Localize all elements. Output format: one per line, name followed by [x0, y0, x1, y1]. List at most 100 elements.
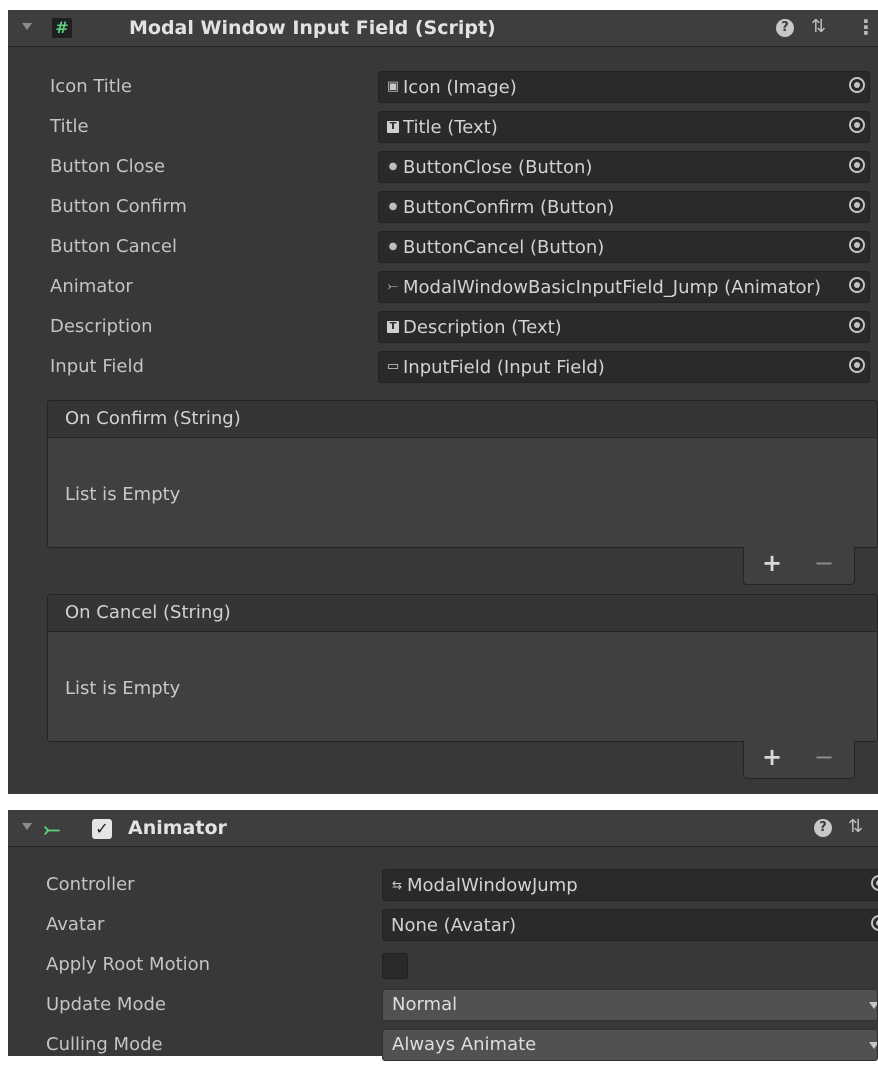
dropdown-value: Normal	[392, 994, 458, 1015]
object-field-title[interactable]: T Title (Text)	[378, 111, 870, 143]
object-field-button-cancel[interactable]: ● ButtonCancel (Button)	[378, 231, 870, 263]
object-field-value: ButtonClose (Button)	[403, 157, 593, 178]
field-label: Icon Title	[50, 76, 132, 97]
image-icon: ▣	[386, 79, 400, 94]
field-label: Button Close	[50, 156, 166, 177]
object-picker-icon[interactable]	[849, 277, 865, 293]
object-field-controller[interactable]: ⇆ ModalWindowJump	[382, 869, 878, 901]
object-field-value: InputField (Input Field)	[403, 357, 605, 378]
object-picker-icon[interactable]	[871, 915, 878, 931]
event-header: On Confirm (String)	[47, 400, 878, 438]
remove-item-button[interactable]: −	[814, 745, 834, 769]
object-picker-icon[interactable]	[849, 237, 865, 253]
object-field-value: ModalWindowBasicInputField_Jump (Animato…	[403, 277, 821, 298]
event-title: On Cancel (String)	[65, 602, 231, 623]
field-row-culling-mode: Culling Mode Always Animate	[8, 1026, 878, 1066]
object-picker-icon[interactable]	[849, 77, 865, 93]
component-title: Modal Window Input Field (Script)	[129, 17, 496, 39]
field-label: Input Field	[50, 356, 144, 377]
field-row-apply-root-motion: Apply Root Motion	[8, 946, 878, 986]
animator-component-panel: ⤚ ✓ Animator ? ⇅ Controller ⇆ ModalWindo…	[8, 810, 878, 1061]
script-icon: #	[52, 18, 72, 38]
field-label: Controller	[46, 874, 135, 895]
add-item-button[interactable]: +	[762, 551, 782, 575]
object-field-animator[interactable]: ⤚ ModalWindowBasicInputField_Jump (Anima…	[378, 271, 870, 303]
field-label: Title	[50, 116, 89, 137]
apply-root-motion-checkbox[interactable]	[382, 953, 408, 979]
remove-item-button[interactable]: −	[814, 551, 834, 575]
field-row-icon-title: Icon Title ▣ Icon (Image)	[8, 68, 878, 108]
object-field-input-field[interactable]: ▭ InputField (Input Field)	[378, 351, 870, 383]
object-field-value: ModalWindowJump	[407, 875, 578, 896]
presets-icon[interactable]: ⇅	[811, 16, 826, 37]
field-label: Animator	[50, 276, 133, 297]
field-row-button-confirm: Button Confirm ● ButtonConfirm (Button)	[8, 188, 878, 228]
event-body: List is Empty	[47, 438, 878, 548]
object-picker-icon[interactable]	[849, 317, 865, 333]
text-icon: T	[387, 121, 399, 133]
field-label: Avatar	[46, 914, 105, 935]
input-field-icon: ▭	[386, 359, 400, 374]
field-label: Button Confirm	[50, 196, 187, 217]
culling-mode-dropdown[interactable]: Always Animate	[382, 1029, 878, 1061]
animator-controller-icon: ⇆	[391, 878, 403, 892]
field-row-avatar: Avatar None (Avatar)	[8, 906, 878, 946]
context-menu-icon[interactable]: ⋮	[856, 15, 876, 39]
on-cancel-event-list: On Cancel (String) List is Empty + −	[47, 594, 878, 780]
field-row-controller: Controller ⇆ ModalWindowJump	[8, 866, 878, 906]
animator-component-header[interactable]: ⤚ ✓ Animator ? ⇅	[8, 810, 878, 847]
on-confirm-event-list: On Confirm (String) List is Empty + −	[47, 400, 878, 586]
object-field-button-confirm[interactable]: ● ButtonConfirm (Button)	[378, 191, 870, 223]
field-label: Description	[50, 316, 153, 337]
component-enabled-checkbox[interactable]: ✓	[92, 819, 112, 839]
chevron-down-icon	[869, 1042, 877, 1049]
event-header: On Cancel (String)	[47, 594, 878, 632]
chevron-down-icon	[869, 1002, 877, 1009]
object-picker-icon[interactable]	[849, 197, 865, 213]
field-row-update-mode: Update Mode Normal	[8, 986, 878, 1026]
list-footer: + −	[743, 547, 855, 585]
object-picker-icon[interactable]	[849, 117, 865, 133]
object-picker-icon[interactable]	[849, 157, 865, 173]
object-picker-icon[interactable]	[871, 875, 878, 891]
script-component-panel: # Modal Window Input Field (Script) ? ⇅ …	[8, 10, 878, 794]
object-field-avatar[interactable]: None (Avatar)	[382, 909, 878, 941]
animator-icon: ⤚	[387, 279, 399, 294]
help-icon[interactable]: ?	[814, 819, 832, 837]
animator-icon: ⤚	[44, 817, 60, 841]
object-field-icon-title[interactable]: ▣ Icon (Image)	[378, 71, 870, 103]
object-field-value: Description (Text)	[403, 317, 562, 338]
presets-icon[interactable]: ⇅	[848, 816, 863, 837]
component-title: Animator	[128, 817, 227, 839]
event-title: On Confirm (String)	[65, 408, 241, 429]
object-field-description[interactable]: T Description (Text)	[378, 311, 870, 343]
field-label: Apply Root Motion	[46, 954, 211, 975]
field-row-input-field: Input Field ▭ InputField (Input Field)	[8, 348, 878, 388]
empty-list-text: List is Empty	[65, 484, 181, 505]
script-component-header[interactable]: # Modal Window Input Field (Script) ? ⇅ …	[8, 10, 878, 47]
list-footer: + −	[743, 741, 855, 779]
add-item-button[interactable]: +	[762, 745, 782, 769]
button-icon: ●	[388, 201, 398, 212]
foldout-arrow-icon[interactable]	[22, 23, 32, 30]
update-mode-dropdown[interactable]: Normal	[382, 989, 878, 1021]
empty-list-text: List is Empty	[65, 678, 181, 699]
object-picker-icon[interactable]	[849, 357, 865, 373]
field-row-button-cancel: Button Cancel ● ButtonCancel (Button)	[8, 228, 878, 268]
field-row-animator: Animator ⤚ ModalWindowBasicInputField_Ju…	[8, 268, 878, 308]
object-field-value: Icon (Image)	[403, 77, 517, 98]
object-field-value: ButtonConfirm (Button)	[403, 197, 615, 218]
object-field-value: Title (Text)	[403, 117, 498, 138]
help-icon[interactable]: ?	[776, 19, 794, 37]
button-icon: ●	[388, 161, 398, 172]
object-field-button-close[interactable]: ● ButtonClose (Button)	[378, 151, 870, 183]
object-field-value: ButtonCancel (Button)	[403, 237, 605, 258]
field-label: Culling Mode	[46, 1034, 163, 1055]
text-icon: T	[387, 321, 399, 333]
dropdown-value: Always Animate	[392, 1034, 537, 1055]
field-row-description: Description T Description (Text)	[8, 308, 878, 348]
field-label: Update Mode	[46, 994, 166, 1015]
foldout-arrow-icon[interactable]	[22, 823, 32, 830]
field-row-title: Title T Title (Text)	[8, 108, 878, 148]
event-body: List is Empty	[47, 632, 878, 742]
